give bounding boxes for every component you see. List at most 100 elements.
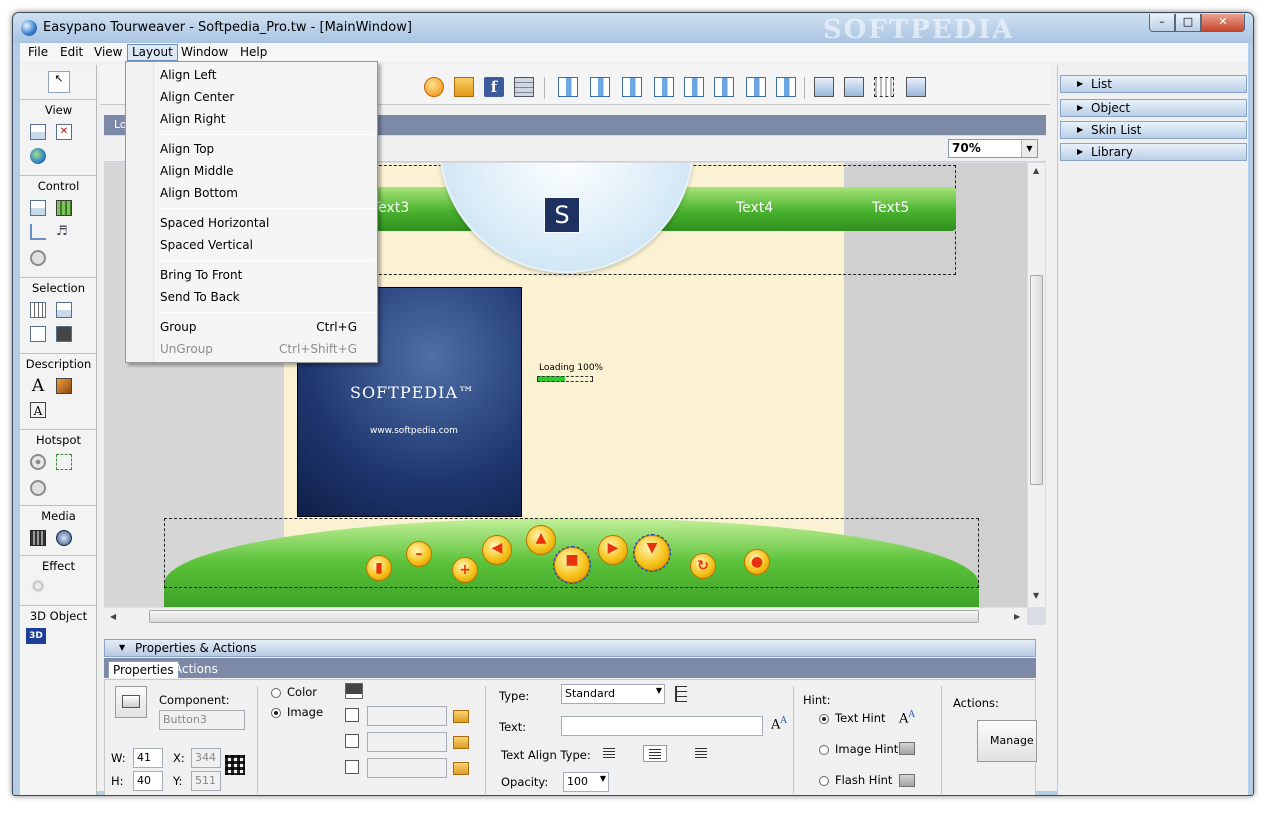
power-icon[interactable]: ● — [744, 549, 770, 575]
spaced-horizontal-icon[interactable] — [746, 77, 766, 97]
menu-item-align-center[interactable]: Align Center — [126, 86, 377, 108]
scroll-up-icon[interactable]: ▲ — [1033, 166, 1039, 175]
text-icon[interactable]: A — [30, 378, 46, 395]
image-radio[interactable] — [271, 708, 281, 718]
align-left-icon[interactable] — [558, 77, 578, 97]
type-list-icon[interactable] — [675, 686, 687, 702]
scroll-down-icon[interactable]: ▼ — [1033, 591, 1039, 600]
spot-hotspot-icon[interactable] — [30, 454, 46, 470]
image-icon[interactable] — [56, 378, 72, 394]
list-box-icon[interactable] — [30, 326, 46, 342]
compass-icon[interactable] — [30, 250, 46, 266]
loading-bar[interactable] — [537, 376, 593, 382]
text-field[interactable] — [561, 716, 763, 736]
scroll-left-icon[interactable]: ◀ — [110, 612, 116, 621]
align-middle-icon[interactable] — [684, 77, 704, 97]
tab-actions[interactable]: Actions — [170, 661, 222, 678]
panorama-icon[interactable] — [30, 124, 46, 140]
panel-object[interactable]: Object — [1060, 99, 1247, 117]
ungroup-icon[interactable] — [906, 77, 926, 97]
stop-icon[interactable]: ■ — [553, 546, 591, 584]
dropdown-list-icon[interactable] — [56, 302, 72, 318]
send-to-back-icon[interactable] — [844, 77, 864, 97]
menu-item-align-middle[interactable]: Align Middle — [126, 160, 377, 182]
menu-item-align-top[interactable]: Align Top — [126, 138, 377, 160]
chevron-down-icon[interactable]: ▼ — [1021, 140, 1037, 157]
minimize-button[interactable]: – — [1149, 14, 1175, 32]
scroll-right-icon[interactable]: ▶ — [1014, 612, 1020, 621]
nav-text-5[interactable]: Text5 — [872, 200, 909, 216]
softpedia-logo[interactable]: S — [544, 197, 580, 233]
menu-help[interactable]: Help — [236, 45, 271, 59]
folder-icon[interactable] — [899, 774, 915, 787]
pressed-image-field[interactable] — [367, 758, 447, 778]
color-picker-icon[interactable] — [345, 683, 363, 699]
chevron-down-icon[interactable]: ▼ — [656, 686, 662, 695]
pan-down-icon[interactable]: ▼ — [633, 534, 671, 572]
text-hint-radio[interactable] — [819, 714, 829, 724]
pointer-icon[interactable]: ↖ — [48, 71, 70, 93]
zoom-in-icon[interactable]: + — [452, 557, 478, 583]
3d-object-icon[interactable]: 3D — [26, 628, 46, 644]
type-select[interactable]: Standard ▼ — [561, 684, 665, 704]
zoom-select[interactable]: 70% ▼ — [948, 139, 1038, 158]
menu-item-align-left[interactable]: Align Left — [126, 64, 377, 86]
panel-list[interactable]: List — [1060, 75, 1247, 93]
menu-edit[interactable]: Edit — [56, 45, 87, 59]
align-top-icon[interactable] — [654, 77, 674, 97]
sound-icon[interactable]: ♬ — [56, 224, 72, 240]
image-hint-radio[interactable] — [819, 745, 829, 755]
menu-item-bring-to-front[interactable]: Bring To Front — [126, 264, 377, 286]
menu-file[interactable]: File — [24, 45, 52, 59]
flash-hint-radio[interactable] — [819, 776, 829, 786]
image-list-icon[interactable] — [56, 326, 72, 342]
font-icon[interactable]: AA — [771, 716, 787, 732]
tab-properties[interactable]: Properties — [108, 661, 179, 678]
canvas-horizontal-scrollbar[interactable]: ◀ ▶ — [104, 607, 1027, 625]
folder-icon[interactable] — [453, 762, 469, 775]
menu-item-align-bottom[interactable]: Align Bottom — [126, 182, 377, 204]
opacity-field[interactable]: 100 ▼ — [563, 772, 609, 792]
thumbnail-list-icon[interactable] — [30, 302, 46, 318]
rotate-hotspot-icon[interactable] — [30, 480, 46, 496]
color-radio[interactable] — [271, 688, 281, 698]
menu-item-group[interactable]: Group Ctrl+G — [126, 316, 377, 338]
align-text-center-icon[interactable] — [643, 745, 667, 762]
menu-layout[interactable]: Layout — [127, 44, 178, 61]
align-right-icon[interactable] — [622, 77, 642, 97]
maximize-button[interactable]: □ — [1175, 14, 1201, 32]
menu-item-align-right[interactable]: Align Right — [126, 108, 377, 130]
text-hint-font-icon[interactable]: AA — [899, 710, 915, 726]
chevron-down-icon[interactable]: ▼ — [600, 774, 606, 783]
video-icon[interactable] — [30, 530, 46, 546]
height-field[interactable]: 40 — [133, 771, 163, 791]
group-icon[interactable] — [874, 77, 894, 97]
align-text-right-icon[interactable] — [695, 748, 707, 760]
effect-icon[interactable] — [30, 578, 46, 594]
polygon-hotspot-icon[interactable] — [56, 454, 72, 470]
auto-rotate-icon[interactable]: ↻ — [690, 553, 716, 579]
width-field[interactable]: 41 — [133, 748, 163, 768]
folder-icon[interactable] — [899, 742, 915, 755]
button-icon[interactable] — [30, 200, 46, 216]
menu-item-send-to-back[interactable]: Send To Back — [126, 286, 377, 308]
menu-view[interactable]: View — [90, 45, 126, 59]
loading-text[interactable]: Loading 100% — [539, 363, 603, 373]
panel-library[interactable]: Library — [1060, 143, 1247, 161]
properties-header[interactable]: Properties & Actions — [104, 639, 1036, 657]
panel-skin-list[interactable]: Skin List — [1060, 121, 1247, 139]
close-button[interactable]: ✕ — [1201, 14, 1245, 32]
slider-icon[interactable] — [30, 224, 46, 240]
anchor-grid-icon[interactable] — [225, 755, 245, 775]
batch-publish-icon[interactable] — [514, 77, 534, 97]
scroll-thumb[interactable] — [1030, 275, 1043, 485]
publish-icon[interactable] — [454, 77, 474, 97]
bring-to-front-icon[interactable] — [814, 77, 834, 97]
align-text-left-icon[interactable] — [603, 748, 615, 760]
flash-icon[interactable] — [56, 530, 72, 546]
fullscreen-icon[interactable]: ▮ — [366, 555, 392, 581]
preview-icon[interactable] — [424, 77, 444, 97]
scroll-thumb[interactable] — [149, 610, 979, 623]
menu-window[interactable]: Window — [177, 45, 232, 59]
normal-image-field[interactable] — [367, 706, 447, 726]
